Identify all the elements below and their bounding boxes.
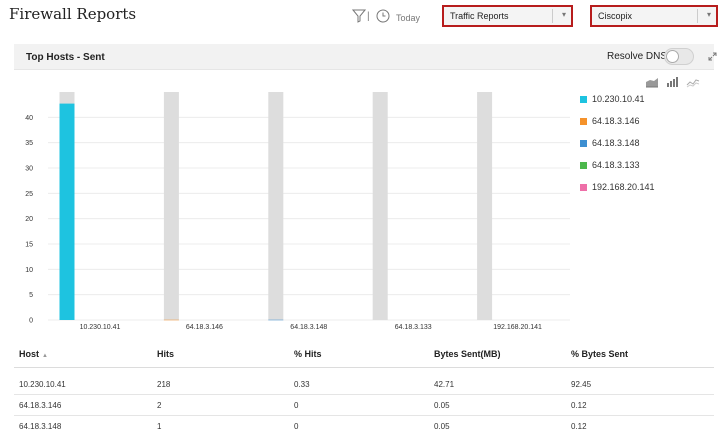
clock-icon[interactable] [376,9,390,23]
page-title: Firewall Reports [9,5,137,23]
legend-label: 64.18.3.146 [592,116,640,126]
panel-header: Top Hosts - Sent Resolve DNS [14,44,717,70]
top-hosts-chart: 0 5 10 15 20 25 30 35 40 10.230.10.41 64.18.3.146 6… [25,92,570,331]
line-chart-icon[interactable] [686,76,700,88]
table-row[interactable]: 64.18.3.148 1 0 0.05 0.12 [14,416,714,433]
cell-pct-hits: 0 [294,422,299,431]
column-header-pct-bytes-sent[interactable]: % Bytes Sent [571,349,628,359]
sort-asc-icon[interactable]: ▲ [42,353,48,359]
report-type-value: Traffic Reports [450,11,509,21]
cell-host: 64.18.3.148 [19,422,62,431]
column-header-host[interactable]: Host ▲ [19,349,48,359]
cell-host: 10.230.10.41 [19,380,66,389]
legend-swatch [580,140,587,147]
table-row[interactable]: 64.18.3.146 2 0 0.05 0.12 [14,395,714,416]
cell-hits: 1 [157,422,162,431]
cell-pct-bytes-sent: 0.12 [571,422,587,431]
table-header-divider [14,367,714,368]
table-row[interactable]: 10.230.10.41 218 0.33 42.71 92.45 [14,374,714,395]
device-value: Ciscopix [598,11,633,21]
cell-pct-hits: 0 [294,401,299,410]
background-bar [163,92,179,320]
page-header: Firewall Reports | Today Traffic Reports… [0,0,725,40]
background-bar [372,92,388,320]
area-chart-icon[interactable] [645,76,659,88]
y-tick-label: 5 [29,292,33,299]
cell-bytes-sent: 0.05 [434,422,450,431]
chevron-down-icon: ▾ [706,10,711,19]
legend-swatch [580,96,587,103]
cell-pct-hits: 0.33 [294,380,310,389]
legend-label: 64.18.3.148 [592,138,640,148]
expand-icon[interactable] [708,52,717,61]
bar [268,319,284,321]
cell-bytes-sent: 42.71 [434,380,455,389]
y-tick-label: 0 [29,318,33,325]
toggle-knob [666,50,679,63]
y-tick-label: 40 [25,115,33,122]
resolve-dns-toggle[interactable] [664,48,694,65]
filter-icon[interactable] [352,9,366,23]
y-tick-label: 20 [25,216,33,223]
device-select[interactable]: Ciscopix ▾ [590,5,718,27]
toolbar-separator: | [367,11,370,22]
cell-pct-bytes-sent: 0.12 [571,401,587,410]
column-header-bytes-sent[interactable]: Bytes Sent(MB) [434,349,501,359]
bar [163,319,179,321]
y-tick-label: 25 [25,191,33,198]
y-tick-label: 10 [25,267,33,274]
x-tick-label: 64.18.3.148 [290,324,327,331]
panel-title: Top Hosts - Sent [26,52,105,63]
legend-label: 10.230.10.41 [592,94,645,104]
y-tick-label: 15 [25,242,33,249]
background-bar [477,92,493,320]
x-tick-label: 64.18.3.133 [395,324,432,331]
select-divider [552,9,553,23]
chevron-down-icon: ▾ [561,10,566,19]
resolve-dns-label: Resolve DNS [607,51,668,62]
y-tick-label: 35 [25,140,33,147]
period-label[interactable]: Today [396,13,420,23]
select-divider [697,9,698,23]
report-type-select[interactable]: Traffic Reports ▾ [442,5,573,27]
legend-swatch [580,184,587,191]
cell-hits: 2 [157,401,162,410]
cell-pct-bytes-sent: 92.45 [571,380,592,389]
column-header-pct-hits[interactable]: % Hits [294,349,322,359]
column-header-hits[interactable]: Hits [157,349,174,359]
background-bar [268,92,284,320]
y-tick-label: 30 [25,166,33,173]
bar [59,103,75,321]
x-tick-label: 192.168.20.141 [493,324,542,331]
legend-swatch [580,162,587,169]
legend-label: 64.18.3.133 [592,160,640,170]
legend-label: 192.168.20.141 [592,182,655,192]
cell-bytes-sent: 0.05 [434,401,450,410]
x-tick-label: 64.18.3.146 [186,324,223,331]
bar-chart-icon[interactable] [666,76,680,88]
x-tick-label: 10.230.10.41 [80,324,121,331]
legend-swatch [580,118,587,125]
cell-hits: 218 [157,380,171,389]
cell-host: 64.18.3.146 [19,401,62,410]
